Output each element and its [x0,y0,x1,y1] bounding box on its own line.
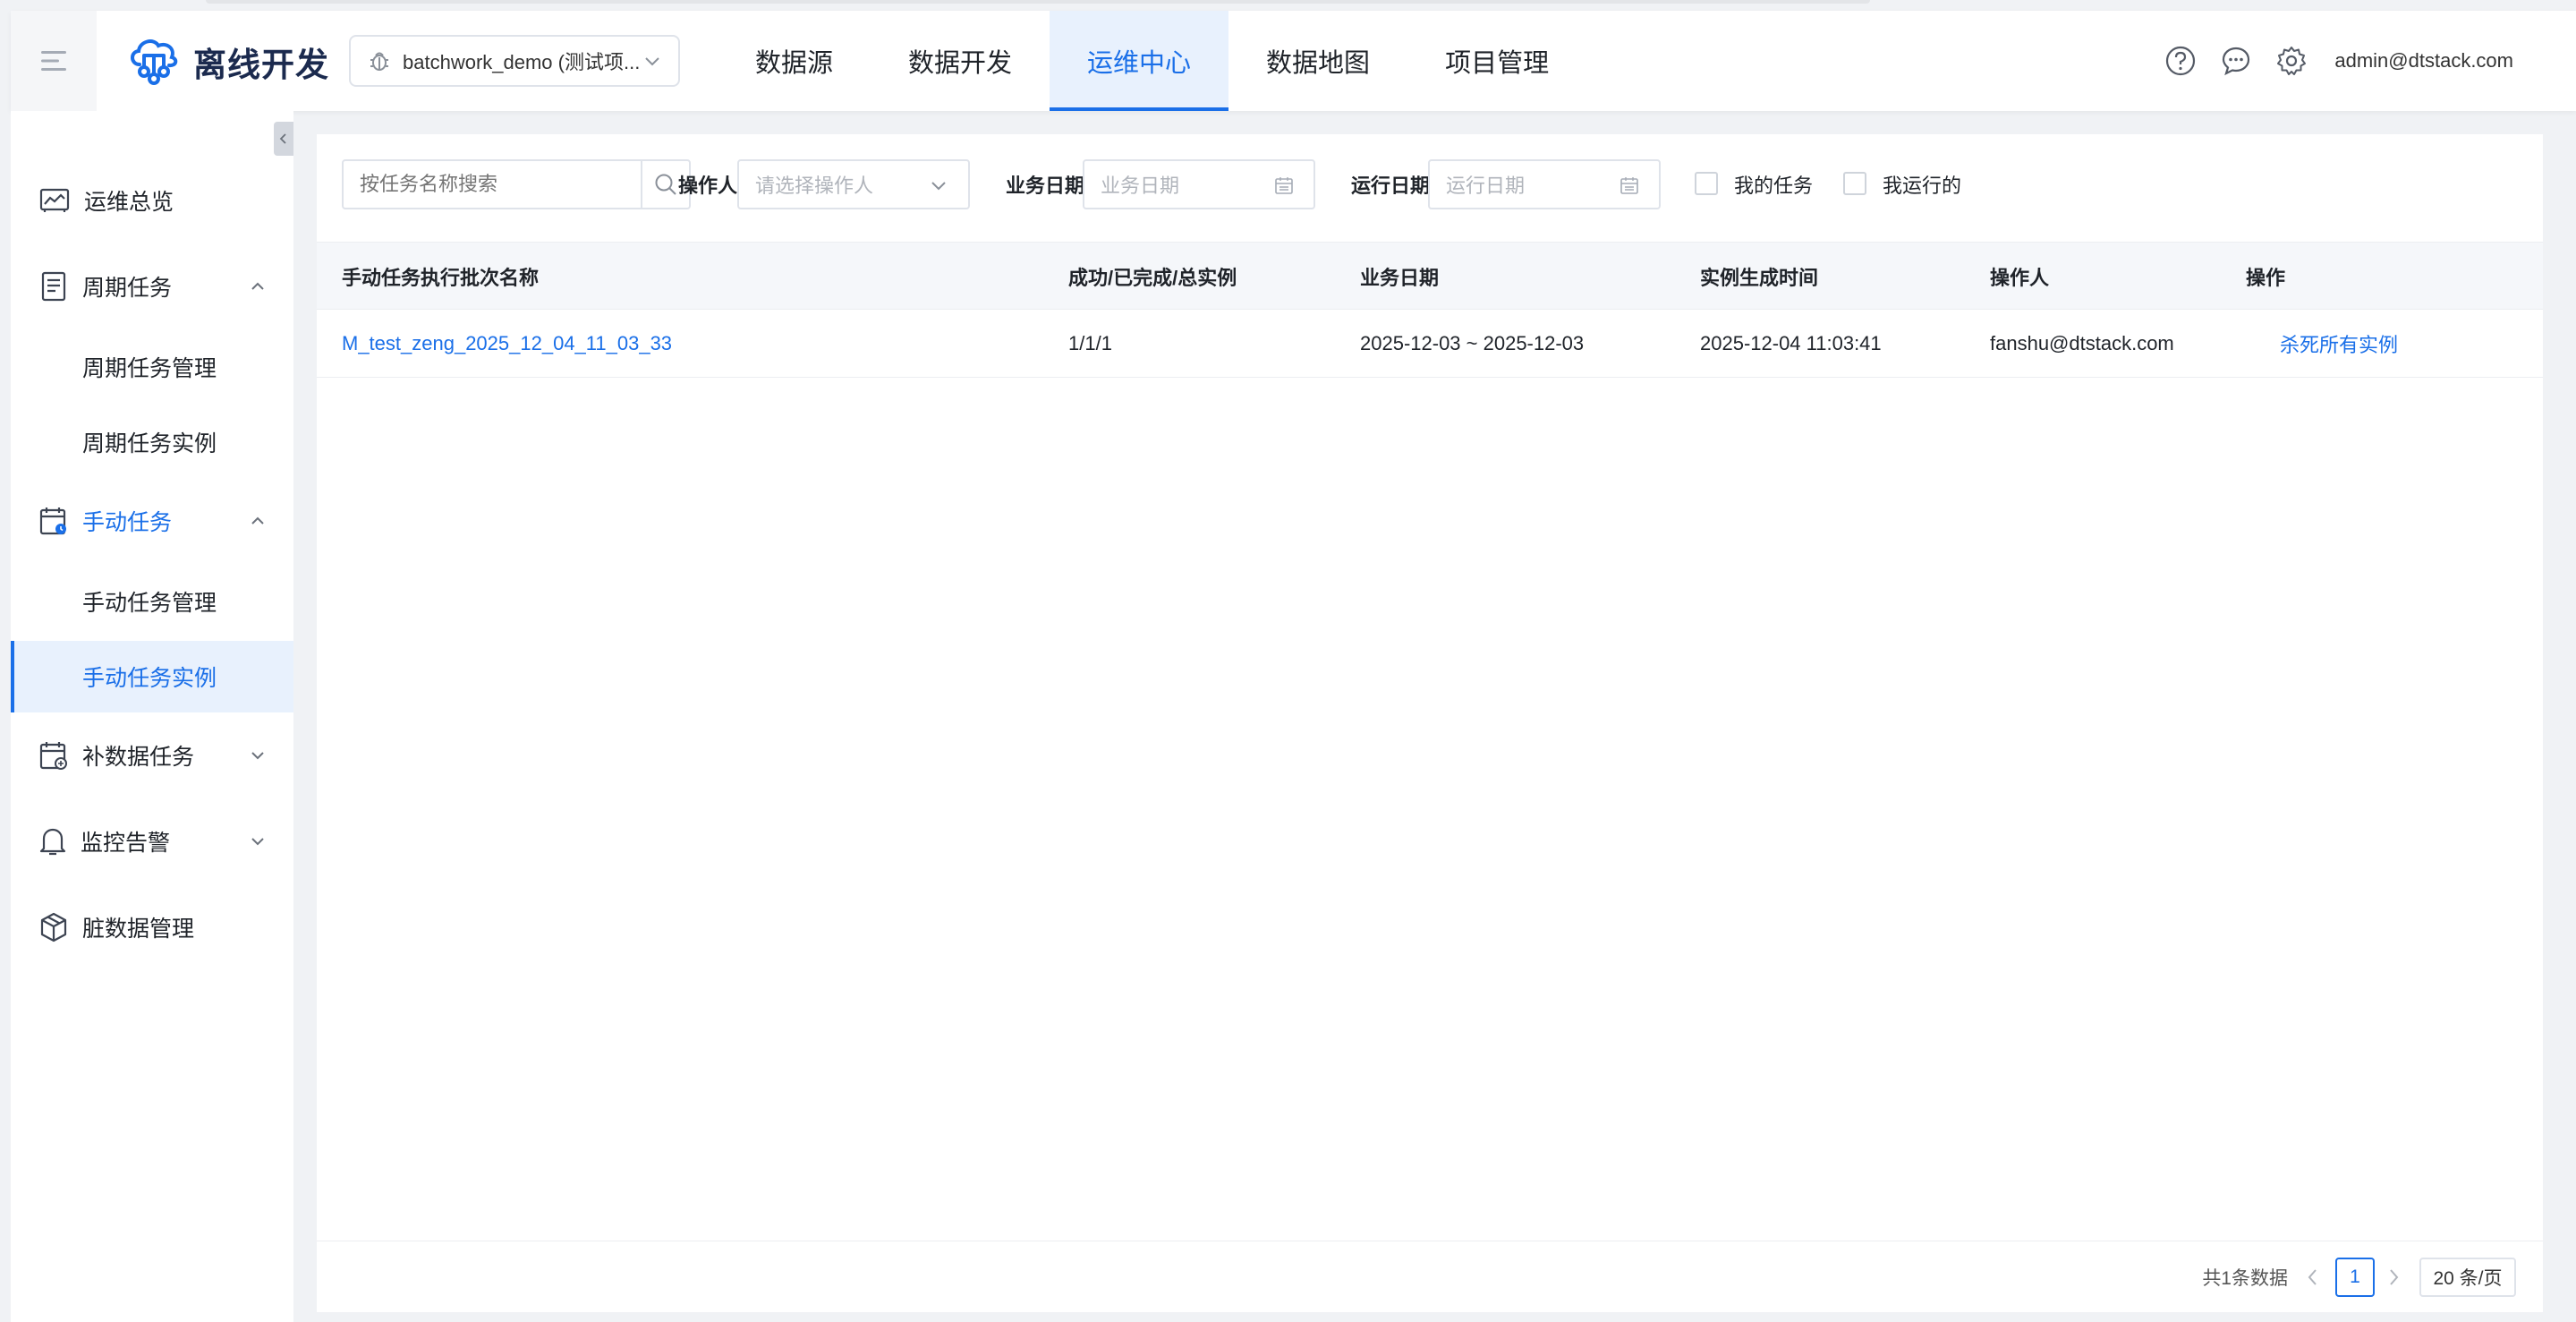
project-name: batchwork_demo (测试项... [403,51,641,73]
app-title: 离线开发 [193,47,329,83]
next-page-button[interactable] [2380,1261,2407,1293]
nav-ops-center[interactable]: 运维中心 [1050,11,1229,111]
operator-placeholder: 请选择操作人 [755,175,874,197]
messages-button[interactable] [2220,45,2252,77]
sidebar-collapse-button[interactable] [274,122,293,156]
my-tasks-label[interactable]: 我的任务 [1734,159,1813,209]
column-header-name: 手动任务执行批次名称 [342,267,540,289]
chat-bubble-icon [2223,47,2250,76]
calendar-icon [1275,177,1293,194]
chevron-down-icon [251,752,264,760]
nav-data-map[interactable]: 数据地图 [1228,11,1407,111]
operator-label: 操作人 [678,175,738,197]
run-date-picker[interactable]: 运行日期 [1428,159,1661,209]
sidebar: 运维总览 周期任务 周期任务管理 周期任务实例 手动任务 手动任务管理 手动任务… [11,111,293,1322]
table-header: 手动任务执行批次名称 成功/已完成/总实例 业务日期 实例生成时间 操作人 操作 [317,242,2543,310]
page-size-select[interactable]: 20 条/页 [2419,1258,2516,1297]
chevron-up-icon [251,282,264,290]
header-actions: admin@dtstack.com [2141,11,2513,111]
column-header-operator: 操作人 [1990,267,2050,289]
app-frame: 离线开发 batchwork_demo (测试项... 数据源 数据开发 运维中… [11,11,2576,1322]
sidebar-item-manual-mgmt[interactable]: 手动任务管理 [11,566,293,637]
nav-data-dev[interactable]: 数据开发 [871,11,1050,111]
task-search-input[interactable] [342,159,642,209]
column-header-action: 操作 [2246,267,2286,289]
bug-icon [370,52,388,71]
run-date-label: 运行日期 [1351,175,1431,197]
my-runs-label[interactable]: 我运行的 [1883,159,1961,209]
settings-button[interactable] [2275,45,2308,77]
bell-icon [39,828,66,856]
sidebar-item-label: 运维总览 [84,190,174,215]
document-list-icon [41,271,66,302]
my-tasks-checkbox[interactable] [1695,172,1718,195]
app-logo[interactable]: 离线开发 [127,34,329,90]
total-count: 共1条数据 [2202,1268,2288,1289]
sidebar-item-label: 脏数据管理 [82,917,195,942]
column-header-created: 实例生成时间 [1700,267,1819,289]
chevron-left-icon [279,133,286,144]
menu-toggle-button[interactable] [11,11,97,111]
calendar-icon [1620,177,1638,194]
sidebar-item-dirty-data[interactable]: 脏数据管理 [11,891,293,963]
cube-icon [40,912,67,942]
sidebar-group-label: 补数据任务 [82,745,195,770]
chevron-down-icon [251,838,264,846]
chevron-down-icon [931,182,946,191]
prev-page-button[interactable] [2300,1261,2326,1293]
project-select[interactable]: batchwork_demo (测试项... [349,35,680,87]
sidebar-group-backfill[interactable]: 补数据任务 [11,720,293,791]
sidebar-group-manual[interactable]: 手动任务 [11,485,293,557]
sidebar-item-periodic-instance[interactable]: 周期任务实例 [11,406,293,478]
chevron-left-icon [2308,1269,2317,1285]
sidebar-group-periodic[interactable]: 周期任务 [11,251,293,322]
chevron-up-icon [251,516,264,525]
operator-email: fanshu@dtstack.com [1990,332,2174,354]
search-icon [655,174,676,195]
sidebar-group-label: 手动任务 [82,510,173,535]
table-row: M_test_zeng_2025_12_04_11_03_33 1/1/1 20… [317,310,2543,378]
nav-datasource[interactable]: 数据源 [718,11,871,111]
kill-all-instances-button[interactable]: 杀死所有实例 [2280,310,2398,378]
batch-name-link[interactable]: M_test_zeng_2025_12_04_11_03_33 [342,310,672,378]
page-1-button[interactable]: 1 [2335,1258,2375,1297]
biz-date-label: 业务日期 [1006,175,1085,197]
pagination-bar: 共1条数据 1 20 条/页 [317,1241,2543,1312]
calendar-add-icon [39,742,67,770]
help-button[interactable] [2164,45,2197,77]
filter-bar: 操作人 请选择操作人 业务日期 业务日期 运行日期 运行日期 [317,134,2543,242]
nav-project-mgmt[interactable]: 项目管理 [1407,11,1586,111]
biz-date-range: 2025-12-03 ~ 2025-12-03 [1360,332,1585,354]
biz-date-placeholder: 业务日期 [1101,175,1180,197]
hamburger-icon [41,51,66,71]
sidebar-group-label: 周期任务 [82,276,173,301]
instance-progress: 1/1/1 [1068,332,1112,354]
calendar-clock-icon [39,507,66,535]
created-time: 2025-12-04 11:03:41 [1700,332,1882,354]
run-date-placeholder: 运行日期 [1446,175,1526,197]
chevron-right-icon [2390,1269,2399,1285]
chevron-down-icon [645,57,659,66]
instance-list-panel: 操作人 请选择操作人 业务日期 业务日期 运行日期 运行日期 [317,134,2543,1312]
biz-date-picker[interactable]: 业务日期 [1083,159,1315,209]
sidebar-group-alert[interactable]: 监控告警 [11,806,293,877]
top-header: 离线开发 batchwork_demo (测试项... 数据源 数据开发 运维中… [11,11,2576,111]
column-header-progress: 成功/已完成/总实例 [1068,267,1237,289]
sidebar-item-overview[interactable]: 运维总览 [11,165,293,236]
window-top-edge [206,0,1870,4]
gear-icon [2277,47,2307,75]
user-account[interactable]: admin@dtstack.com [2334,49,2513,72]
operator-select[interactable]: 请选择操作人 [737,159,970,209]
column-header-biz-date: 业务日期 [1360,267,1440,289]
main-nav: 数据源 数据开发 运维中心 数据地图 项目管理 [718,11,1586,111]
dashboard-icon [39,188,70,212]
question-circle-icon [2166,46,2196,76]
my-runs-checkbox[interactable] [1843,172,1866,195]
cloud-network-logo-icon [131,39,178,85]
sidebar-item-periodic-mgmt[interactable]: 周期任务管理 [11,331,293,403]
sidebar-item-manual-instance[interactable]: 手动任务实例 [11,641,293,712]
sidebar-group-label: 监控告警 [81,831,171,856]
